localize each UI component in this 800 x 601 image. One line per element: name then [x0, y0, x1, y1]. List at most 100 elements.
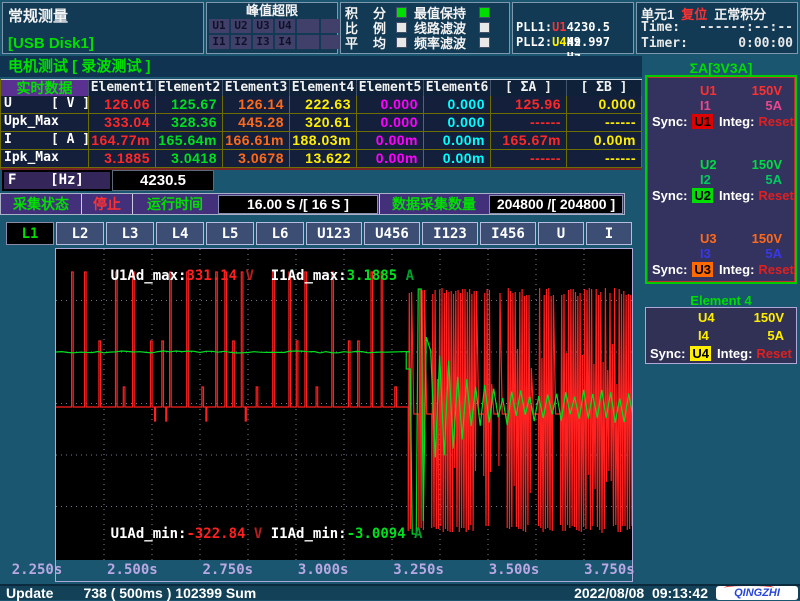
column-header: Element3: [223, 80, 290, 97]
wiring-group-title: ΣA[3V3A]: [645, 60, 797, 76]
test-mode-bar: 电机测试 [ 录波测试 ]: [0, 56, 642, 77]
sample-count-label: 数据采集数量: [380, 194, 488, 214]
voltage-range: 150V: [752, 83, 782, 98]
sigma-groups: U1150VI15ASync:U1Integ:ResetU2150VI25ASy…: [647, 77, 795, 282]
channel-row: I35A: [652, 246, 790, 261]
tab-l1[interactable]: L1: [6, 222, 54, 245]
sync-label: Sync:: [652, 262, 687, 277]
column-header: [ ΣA ]: [491, 80, 567, 97]
table-row: Upk_Max333.04328.36445.28320.610.0000.00…: [1, 114, 642, 132]
pll2-label: PLL2:: [516, 35, 552, 50]
sync-row: Sync:U2Integ:Reset: [652, 187, 790, 203]
sync-label: Sync:: [652, 114, 687, 129]
tab-u123[interactable]: U123: [306, 222, 362, 245]
cell-value: 222.63: [290, 96, 357, 114]
wiring-group-panel: U1150VI15ASync:U1Integ:ResetU2150VI25ASy…: [645, 75, 797, 284]
column-header: [ ΣB ]: [567, 80, 642, 97]
tab-u[interactable]: U: [538, 222, 584, 245]
pll2-source: U4: [552, 35, 566, 50]
cell-value: 164.77m: [89, 132, 156, 150]
voltage-range: 150V: [754, 310, 784, 325]
u-max-unit: V: [237, 268, 254, 284]
tab-l5[interactable]: L5: [206, 222, 254, 245]
cell-value: 0.000: [357, 96, 424, 114]
tab-l3[interactable]: L3: [106, 222, 154, 245]
voltage-channel-label: U2: [700, 157, 717, 172]
channel-row: I15A: [652, 98, 790, 113]
checkbox[interactable]: [479, 22, 490, 33]
current-range: 5A: [765, 98, 782, 113]
measurement-table: 实时数据Element1Element2Element3Element4Elem…: [0, 79, 642, 170]
update-value: 738 ( 500ms ) 102399 Sum: [83, 585, 256, 601]
checkbox[interactable]: [396, 22, 407, 33]
cell-value: 328.36: [156, 114, 223, 132]
u-min-unit: V: [245, 526, 262, 542]
time-label: Time:: [641, 20, 680, 36]
cell-value: 125.96: [491, 96, 567, 114]
channel-row: U4 150V: [650, 310, 792, 325]
frequency-label: F [Hz]: [2, 170, 112, 191]
table-header: 实时数据Element1Element2Element3Element4Elem…: [1, 79, 642, 96]
checkbox[interactable]: [396, 7, 407, 18]
tab-l2[interactable]: L2: [56, 222, 104, 245]
cell-value: 126.06: [89, 96, 156, 114]
cell-value: ------: [567, 150, 642, 168]
tab-i[interactable]: I: [586, 222, 632, 245]
integ-label: Integ:: [719, 114, 754, 129]
current-channel-label: I4: [698, 328, 709, 343]
sync-source-badge: U2: [692, 188, 713, 203]
waveform-max-readout: U1Ad_max:331.14 V I1Ad_max:3.1885 A: [60, 252, 414, 300]
cell-value: 13.622: [290, 150, 357, 168]
u-max-label: U1Ad_max:: [111, 268, 187, 284]
integ-value: Reset: [758, 262, 793, 277]
datetime: 2022/08/08 09:13:42: [574, 585, 708, 601]
tab-u456[interactable]: U456: [364, 222, 420, 245]
tab-i456[interactable]: I456: [480, 222, 536, 245]
cell-value: 445.28: [223, 114, 290, 132]
filter-panel-rows: 积分最值保持比例线路滤波平均频率滤波: [341, 5, 509, 50]
voltage-channel-label: U3: [700, 231, 717, 246]
voltage-channel-label: U4: [698, 310, 715, 325]
column-header: Element6: [424, 80, 491, 97]
waveform-min-readout: U1Ad_min:-322.84 V I1Ad_min:-3.0094 A: [60, 510, 422, 558]
tab-l4[interactable]: L4: [156, 222, 204, 245]
cell-value: 188.03m: [290, 132, 357, 150]
u-min-label: U1Ad_min:: [111, 526, 187, 542]
channel-group: U3150VI35ASync:U3Integ:Reset: [652, 231, 790, 277]
runtime-value: 16.00 S /[ 16 S ]: [218, 195, 378, 214]
u-max-value: 331.14: [186, 268, 237, 284]
current-channel-label: I2: [700, 172, 711, 187]
sync-source-badge: U3: [692, 262, 713, 277]
timer-value: 0:00:00: [738, 36, 793, 52]
timer-row: Timer: 0:00:00: [641, 36, 793, 52]
time-row: Time: ------:--:--: [641, 20, 793, 36]
voltage-channel-label: U1: [700, 83, 717, 98]
usb-disk-status: [USB Disk1]: [8, 35, 94, 52]
i-max-value: 3.1885: [347, 268, 398, 284]
channel-row: U1 150V: [652, 83, 790, 98]
channel-row: I4 5A: [650, 328, 792, 343]
current-range: 5A: [765, 172, 782, 187]
checkbox[interactable]: [396, 37, 407, 48]
sync-source-badge: U4: [690, 346, 711, 361]
i-min-unit: A: [406, 526, 423, 542]
time-value: ------:--:--: [699, 20, 793, 36]
row-label: U [ V ]: [1, 96, 89, 114]
integ-label: Integ:: [719, 262, 754, 277]
checkbox[interactable]: [479, 37, 490, 48]
cell-value: 165.67m: [491, 132, 567, 150]
peak-cell: U3: [253, 19, 273, 33]
tab-i123[interactable]: I123: [422, 222, 478, 245]
checkbox[interactable]: [479, 7, 490, 18]
pll1-row: PLL1: U1 4230.5 Hz: [516, 20, 630, 35]
acquisition-bar: 采集状态 停止 运行时间 16.00 S /[ 16 S ] 数据采集数量 20…: [0, 193, 625, 215]
cell-value: 0.000: [424, 96, 491, 114]
cell-value: 3.0418: [156, 150, 223, 168]
integrator-panel: 单元1 复位 正常积分 Time: ------:--:-- Timer: 0:…: [636, 2, 798, 54]
page-title: 常规测量: [8, 5, 68, 26]
update-label: Update: [6, 585, 53, 601]
peak-cell: I4: [275, 35, 295, 49]
pll1-frequency: 4230.5 Hz: [567, 20, 630, 35]
tab-l6[interactable]: L6: [256, 222, 304, 245]
peak-cell: [297, 35, 319, 49]
